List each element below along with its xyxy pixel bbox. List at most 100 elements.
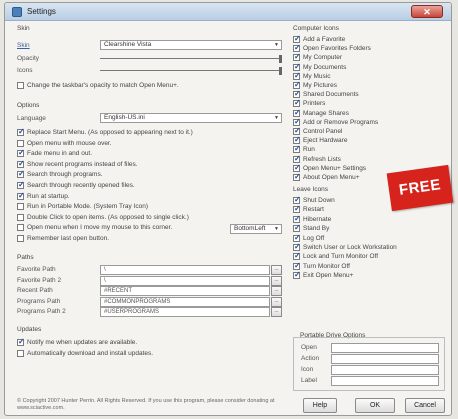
portable-label-input[interactable] — [331, 376, 439, 386]
skin-section-title: Skin — [17, 25, 30, 32]
checkbox-box[interactable] — [293, 52, 301, 62]
computer-icons-section-title: Computer Icons — [293, 25, 339, 32]
opacity-slider[interactable] — [100, 55, 282, 63]
checkbox-box[interactable] — [293, 34, 301, 43]
computer-icon-add-a-favorite-checkbox[interactable]: Add a Favorite — [293, 34, 345, 44]
option-search-through-programs-checkbox[interactable]: Search through programs. — [17, 169, 103, 179]
checkbox-box[interactable] — [293, 163, 301, 172]
checkbox-box[interactable] — [293, 242, 301, 251]
icons-slider-thumb[interactable] — [279, 67, 282, 75]
recent-path-input[interactable]: #RECENT — [100, 286, 270, 297]
checkbox-label: Remember last open button. — [27, 235, 110, 242]
checkbox-box[interactable] — [293, 223, 301, 233]
leave-icon-turn-monitor-off-checkbox[interactable]: Turn Monitor Off — [293, 261, 350, 271]
cancel-button[interactable]: Cancel — [405, 398, 445, 413]
checkbox-box[interactable] — [17, 82, 24, 89]
checkbox-box[interactable] — [17, 350, 24, 357]
checkbox-box[interactable] — [293, 261, 301, 270]
checkbox-box[interactable] — [293, 126, 301, 135]
opacity-slider-thumb[interactable] — [279, 55, 282, 63]
checkbox-box[interactable] — [293, 43, 301, 53]
browse-button[interactable]: ... — [271, 296, 282, 307]
checkbox-box[interactable] — [17, 148, 25, 158]
browse-button[interactable]: ... — [271, 286, 282, 297]
update-automatically-download-and-ins-checkbox[interactable]: Automatically download and install updat… — [17, 349, 153, 358]
computer-icon-my-documents-checkbox[interactable]: My Documents — [293, 62, 346, 72]
computer-icon-open-favorites-folders-checkbox[interactable]: Open Favorites Folders — [293, 43, 371, 53]
checkbox-box[interactable] — [17, 159, 25, 168]
option-replace-start-menu-as-opposed--checkbox[interactable]: Replace Start Menu. (As opposed to appea… — [17, 127, 193, 137]
checkbox-box[interactable] — [293, 71, 301, 80]
checkbox-box[interactable] — [293, 144, 301, 154]
leave-icon-lock-and-turn-monitor-off-checkbox[interactable]: Lock and Turn Monitor Off — [293, 251, 378, 261]
portable-action-input[interactable] — [331, 354, 439, 364]
checkbox-box[interactable] — [293, 233, 301, 242]
checkbox-box[interactable] — [293, 204, 301, 214]
checkbox-box[interactable] — [293, 62, 301, 71]
checkbox-box[interactable] — [293, 154, 301, 163]
portable-open-input[interactable] — [331, 343, 439, 353]
checkbox-box[interactable] — [293, 98, 301, 108]
checkbox-box[interactable] — [17, 127, 25, 136]
corner-select[interactable]: BottomLeft ▼ — [230, 224, 282, 234]
checkbox-box[interactable] — [17, 203, 24, 211]
help-button[interactable]: Help — [303, 398, 337, 413]
computer-icon-eject-hardware-checkbox[interactable]: Eject Hardware — [293, 135, 347, 145]
option-fade-menu-in-and-out-checkbox[interactable]: Fade menu in and out. — [17, 148, 92, 158]
favorite-path-2-input[interactable]: \ — [100, 275, 270, 286]
icons-slider[interactable] — [100, 67, 282, 75]
skin-select[interactable]: Clearshine Vista ▼ — [100, 40, 282, 50]
checkbox-box[interactable] — [17, 224, 24, 232]
portable-label: Open — [301, 344, 317, 351]
browse-button[interactable]: ... — [271, 275, 282, 286]
leave-icon-switch-user-or-lock-workstation-checkbox[interactable]: Switch User or Lock Workstation — [293, 242, 397, 252]
checkbox-box[interactable] — [17, 213, 24, 221]
checkbox-label: Manage Shares — [303, 109, 349, 117]
title-bar[interactable]: Settings ✕ — [5, 3, 451, 21]
option-search-through-recently-opened-checkbox[interactable]: Search through recently opened files. — [17, 180, 135, 190]
option-show-recent-programs-instead-o-checkbox[interactable]: Show recent programs instead of files. — [17, 159, 138, 169]
checkbox-box[interactable] — [17, 180, 25, 189]
language-select[interactable]: English-US.ini ▼ — [100, 113, 282, 123]
favorite-path-input[interactable]: \ — [100, 265, 270, 275]
checkbox-box[interactable] — [293, 135, 301, 145]
checkbox-box[interactable] — [17, 139, 24, 147]
checkbox-box[interactable] — [293, 195, 301, 204]
programs-path-input[interactable]: #COMMONPROGRAMS — [100, 296, 270, 307]
option-open-menu-with-mouse-over-checkbox[interactable]: Open menu with mouse over. — [17, 139, 112, 148]
checkbox-box[interactable] — [17, 191, 25, 200]
close-button[interactable]: ✕ — [411, 5, 443, 18]
computer-icon-shared-documents-checkbox[interactable]: Shared Documents — [293, 89, 359, 99]
checkbox-label: Run — [303, 146, 315, 154]
option-open-menu-when-i-move-my-mouse-checkbox[interactable]: Open menu when I move my mouse to this c… — [17, 223, 172, 232]
language-select-value: English-US.ini — [104, 114, 145, 121]
checkbox-box[interactable] — [293, 172, 301, 181]
update-notify-me-when-updates-are-ava-checkbox[interactable]: Notify me when updates are available. — [17, 337, 137, 347]
option-double-click-to-open-items-as--checkbox[interactable]: Double Click to open items. (As opposed … — [17, 213, 189, 222]
checkbox-label: Run in Portable Mode. (System Tray Icon) — [27, 203, 149, 211]
computer-icon-manage-shares-checkbox[interactable]: Manage Shares — [293, 108, 349, 118]
checkbox-box[interactable] — [293, 251, 301, 261]
option-run-at-startup-checkbox[interactable]: Run at startup. — [17, 191, 70, 201]
portable-icon-input[interactable] — [331, 365, 439, 375]
checkbox-box[interactable] — [17, 235, 24, 242]
taskbar-opacity-checkbox[interactable]: Change the taskbar's opacity to match Op… — [17, 81, 179, 90]
checkbox-box[interactable] — [293, 108, 301, 117]
browse-button[interactable]: ... — [271, 307, 282, 318]
leave-icon-exit-open-menu-checkbox[interactable]: Exit Open Menu+ — [293, 270, 353, 280]
checkbox-box[interactable] — [293, 270, 301, 280]
checkbox-box[interactable] — [293, 214, 301, 223]
checkbox-box[interactable] — [293, 80, 301, 89]
computer-icon-add-or-remove-programs-checkbox[interactable]: Add or Remove Programs — [293, 117, 378, 127]
browse-button[interactable]: ... — [271, 265, 282, 275]
checkbox-box[interactable] — [293, 89, 301, 99]
option-run-in-portable-mode-system-tr-checkbox[interactable]: Run in Portable Mode. (System Tray Icon) — [17, 202, 148, 211]
computer-icon-about-open-menu-checkbox[interactable]: About Open Menu+ — [293, 172, 360, 182]
checkbox-box[interactable] — [17, 169, 25, 179]
option-remember-last-open-button-checkbox[interactable]: Remember last open button. — [17, 234, 109, 243]
checkbox-box[interactable] — [17, 337, 25, 346]
checkbox-box[interactable] — [293, 117, 301, 126]
ok-button[interactable]: OK — [355, 398, 395, 413]
programs-path-2-input[interactable]: #USERPROGRAMS — [100, 307, 270, 318]
computer-icon-open-menu-settings-checkbox[interactable]: Open Menu+ Settings — [293, 163, 366, 173]
